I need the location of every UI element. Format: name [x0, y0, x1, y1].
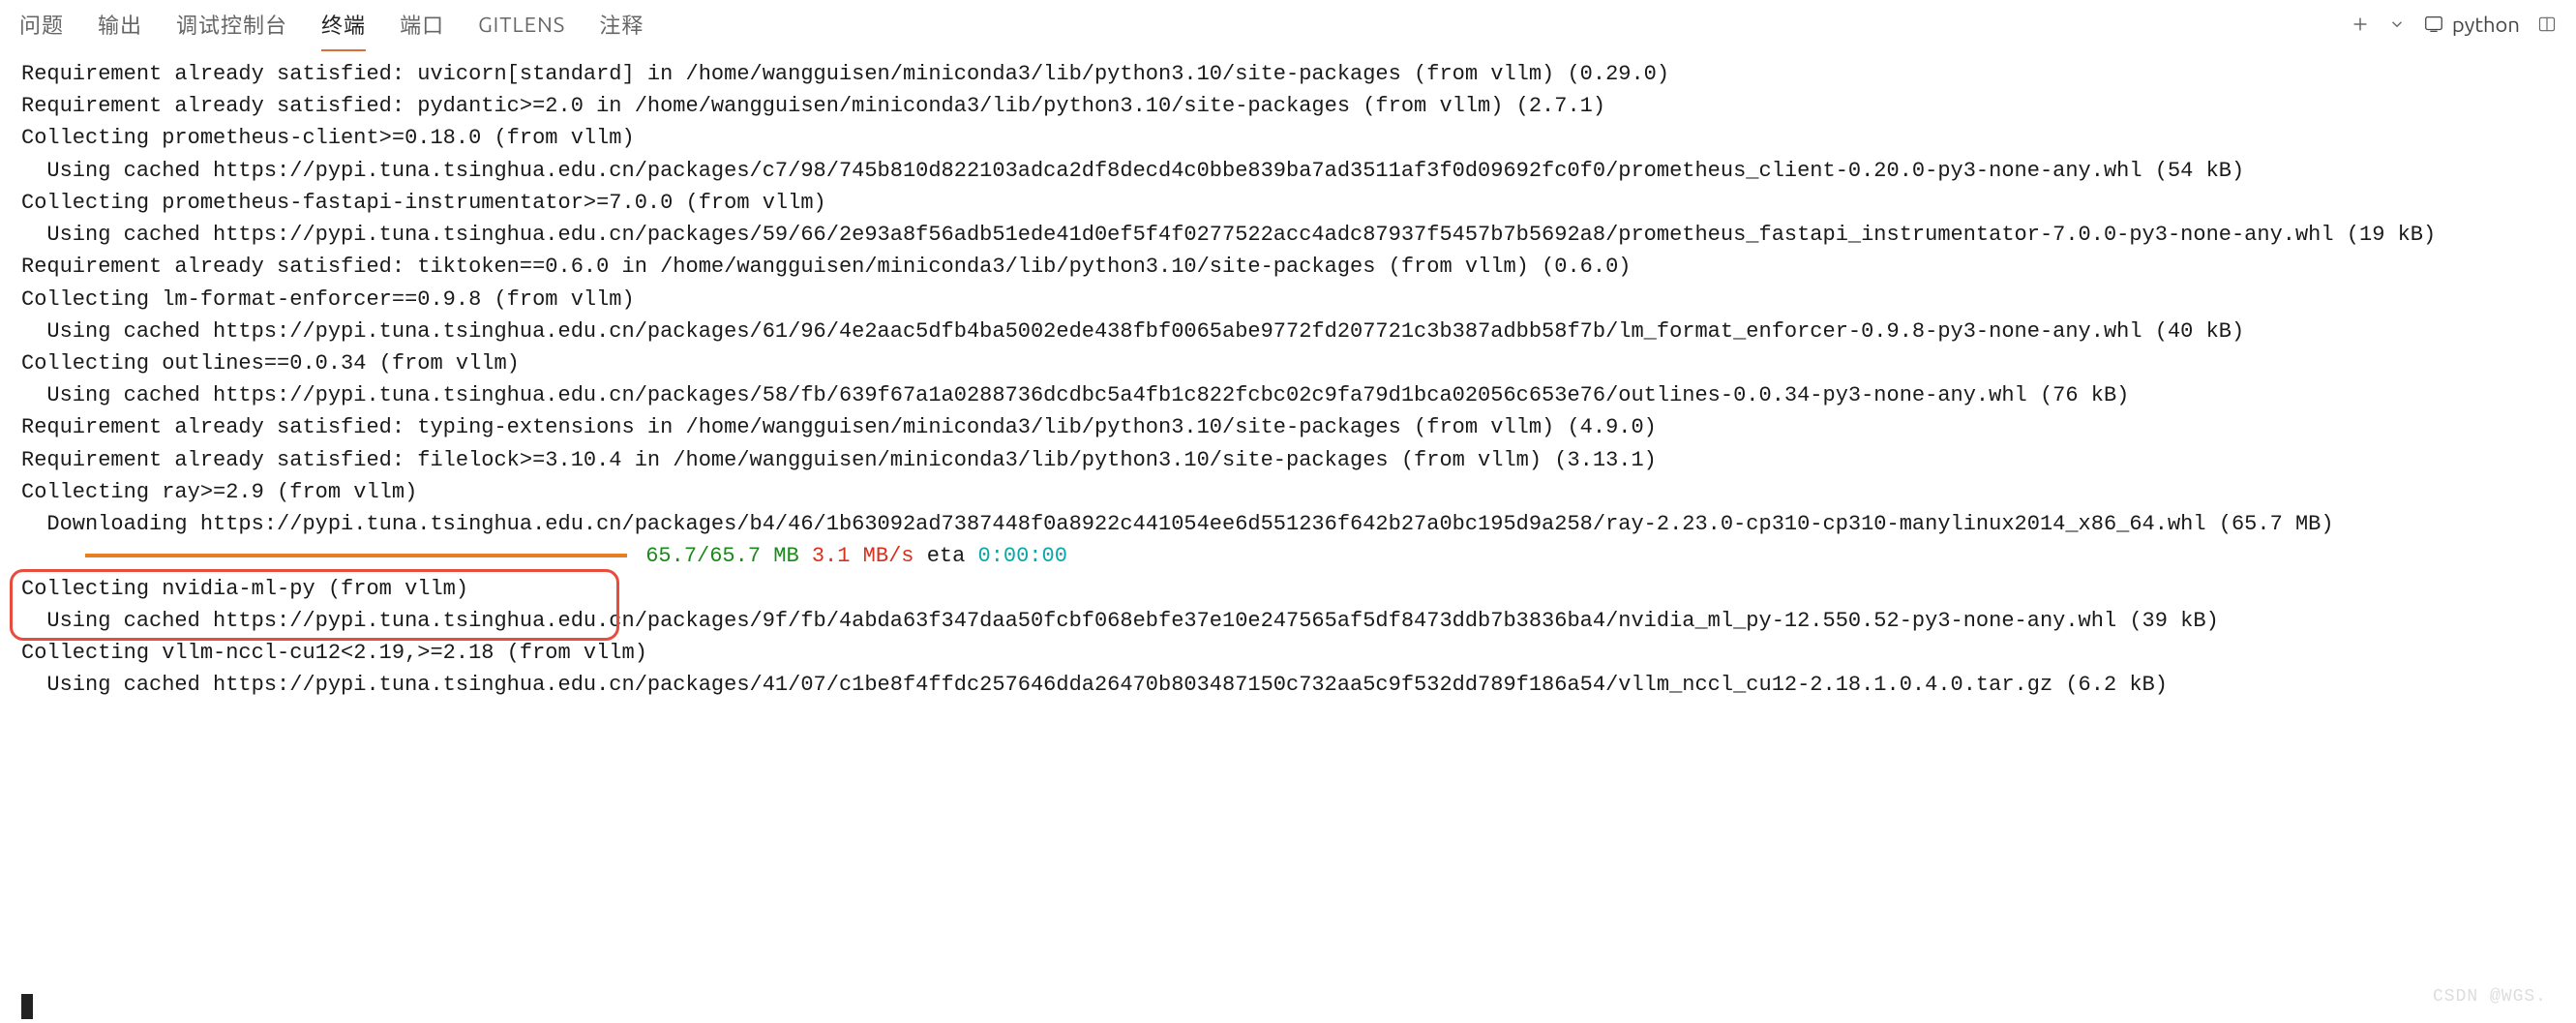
tab-comments[interactable]: 注释 — [599, 0, 644, 49]
progress-speed: 3.1 MB/s — [812, 544, 914, 568]
progress-eta-label: eta — [927, 544, 966, 568]
watermark: CSDN @WGS. — [2433, 984, 2547, 1010]
tab-terminal[interactable]: 终端 — [321, 0, 366, 49]
terminal-cursor — [21, 994, 33, 1019]
tab-gitlens[interactable]: GITLENS — [478, 3, 565, 46]
terminal-dropdown-button[interactable] — [2388, 15, 2406, 33]
panel-tabs: 问题 输出 调试控制台 终端 端口 GITLENS 注释 — [19, 0, 644, 49]
tab-debug-console[interactable]: 调试控制台 — [176, 0, 287, 49]
split-icon — [2537, 15, 2557, 34]
tab-ports[interactable]: 端口 — [400, 0, 444, 49]
new-terminal-button[interactable] — [2350, 14, 2371, 35]
tab-output[interactable]: 输出 — [98, 0, 142, 49]
tab-problems[interactable]: 问题 — [19, 0, 64, 49]
download-progress-bar — [85, 554, 627, 557]
progress-size: 65.7/65.7 MB — [645, 544, 798, 568]
progress-eta: 0:00:00 — [978, 544, 1067, 568]
terminal-output[interactable]: Requirement already satisfied: uvicorn[s… — [0, 48, 2576, 1023]
panel-tabbar: 问题 输出 调试控制台 终端 端口 GITLENS 注释 python — [0, 0, 2576, 48]
chevron-down-icon — [2388, 15, 2406, 33]
annotation-highlight-box — [10, 569, 619, 641]
terminal-profile-icon — [2423, 14, 2444, 35]
panel-right-tools: python — [2350, 13, 2557, 37]
kernel-indicator[interactable]: python — [2423, 13, 2520, 37]
plus-icon — [2350, 14, 2371, 35]
split-terminal-button[interactable] — [2537, 15, 2557, 34]
kernel-name: python — [2452, 13, 2520, 37]
